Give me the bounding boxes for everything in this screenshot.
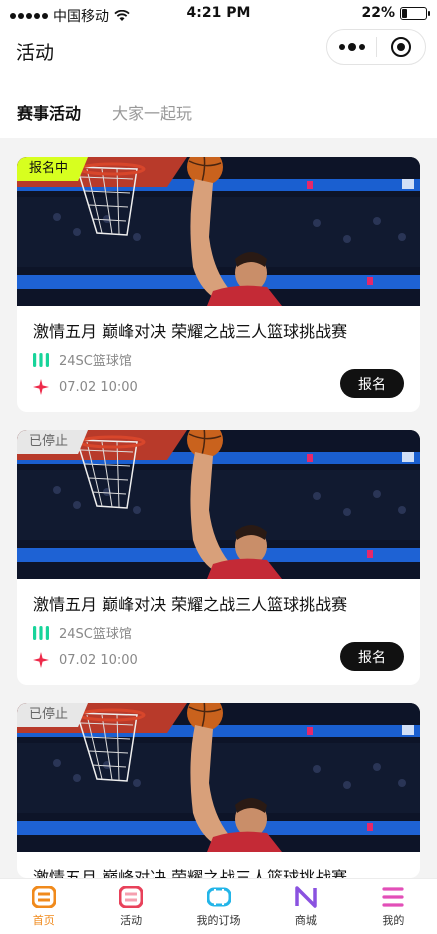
tabbar-item-profile[interactable]: 我的 [350, 879, 437, 934]
tabbar-item-activity[interactable]: 活动 [87, 879, 174, 934]
activity-card[interactable]: 报名中 激情五月 巅峰对决 荣耀之战三人篮球挑战赛 24SC篮球馆 07.02 … [17, 157, 420, 412]
tabbar-label: 我的 [382, 914, 405, 927]
venue-row: 24SC篮球馆 [33, 623, 132, 642]
tabbar-label: 首页 [32, 914, 55, 927]
status-badge: 已停止 [17, 703, 89, 727]
event-title: 激情五月 巅峰对决 荣耀之战三人篮球挑战赛 [33, 868, 348, 878]
event-image: 已停止 [17, 703, 420, 852]
battery-fill [402, 8, 407, 18]
more-dot-icon [347, 43, 356, 51]
card-body: 激情五月 巅峰对决 荣耀之战三人篮球挑战赛 [17, 852, 420, 878]
sparkle-icon [33, 652, 49, 668]
tabbar-label: 活动 [120, 914, 143, 927]
event-time: 07.02 10:00 [59, 379, 138, 395]
page-title: 活动 [16, 42, 55, 64]
home-icon [31, 886, 56, 908]
battery-icon [400, 6, 430, 20]
status-badge: 报名中 [17, 157, 89, 181]
signup-button[interactable]: 报名 [340, 642, 404, 671]
tabbar-item-booking[interactable]: 我的订场 [175, 879, 262, 934]
tabbar-item-home[interactable]: 首页 [0, 879, 87, 934]
tabbar-item-shop[interactable]: 商城 [262, 879, 349, 934]
booking-icon [206, 887, 231, 907]
more-dot-icon [338, 44, 345, 50]
venue-name: 24SC篮球馆 [59, 354, 132, 369]
venue-icon [33, 625, 49, 640]
more-button[interactable] [327, 30, 376, 64]
miniprogram-capsule [326, 29, 426, 65]
close-miniprogram-button[interactable] [377, 30, 425, 64]
card-body: 激情五月 巅峰对决 荣耀之战三人篮球挑战赛 24SC篮球馆 07.02 10:0… [17, 579, 420, 685]
target-icon [391, 37, 411, 57]
tab-events[interactable]: 赛事活动 [17, 100, 81, 124]
time-row: 07.02 10:00 [33, 379, 138, 395]
battery-percent: 22% [361, 5, 395, 21]
sparkle-icon [33, 379, 49, 395]
profile-icon [382, 887, 404, 907]
tab-play-together[interactable]: 大家一起玩 [112, 100, 192, 124]
event-title: 激情五月 巅峰对决 荣耀之战三人篮球挑战赛 [33, 595, 348, 614]
tabbar-label: 商城 [294, 914, 317, 927]
card-body: 激情五月 巅峰对决 荣耀之战三人篮球挑战赛 24SC篮球馆 07.02 10:0… [17, 306, 420, 412]
signup-button[interactable]: 报名 [340, 369, 404, 398]
nav-bar: 活动 [0, 28, 437, 72]
status-badge: 已停止 [17, 430, 89, 454]
tabbar-label: 我的订场 [196, 914, 241, 927]
event-time: 07.02 10:00 [59, 652, 138, 668]
status-right: 22% [361, 5, 430, 21]
venue-icon [33, 352, 49, 367]
more-dot-icon [358, 44, 365, 50]
event-image: 报名中 [17, 157, 420, 306]
event-title: 激情五月 巅峰对决 荣耀之战三人篮球挑战赛 [33, 322, 348, 341]
venue-name: 24SC篮球馆 [59, 627, 132, 642]
activity-card[interactable]: 已停止 激情五月 巅峰对决 荣耀之战三人篮球挑战赛 [17, 703, 420, 878]
venue-row: 24SC篮球馆 [33, 350, 132, 369]
activity-icon [119, 886, 144, 908]
event-image: 已停止 [17, 430, 420, 579]
shop-icon [295, 886, 317, 908]
activity-card[interactable]: 已停止 激情五月 巅峰对决 荣耀之战三人篮球挑战赛 24SC篮球馆 07.02 … [17, 430, 420, 685]
bottom-tab-bar: 首页 活动 我的订场 商城 我的 [0, 878, 437, 934]
status-bar: 中国移动 4:21 PM 22% [0, 0, 437, 28]
activity-tabs: 赛事活动 大家一起玩 [0, 72, 437, 138]
time-row: 07.02 10:00 [33, 652, 138, 668]
